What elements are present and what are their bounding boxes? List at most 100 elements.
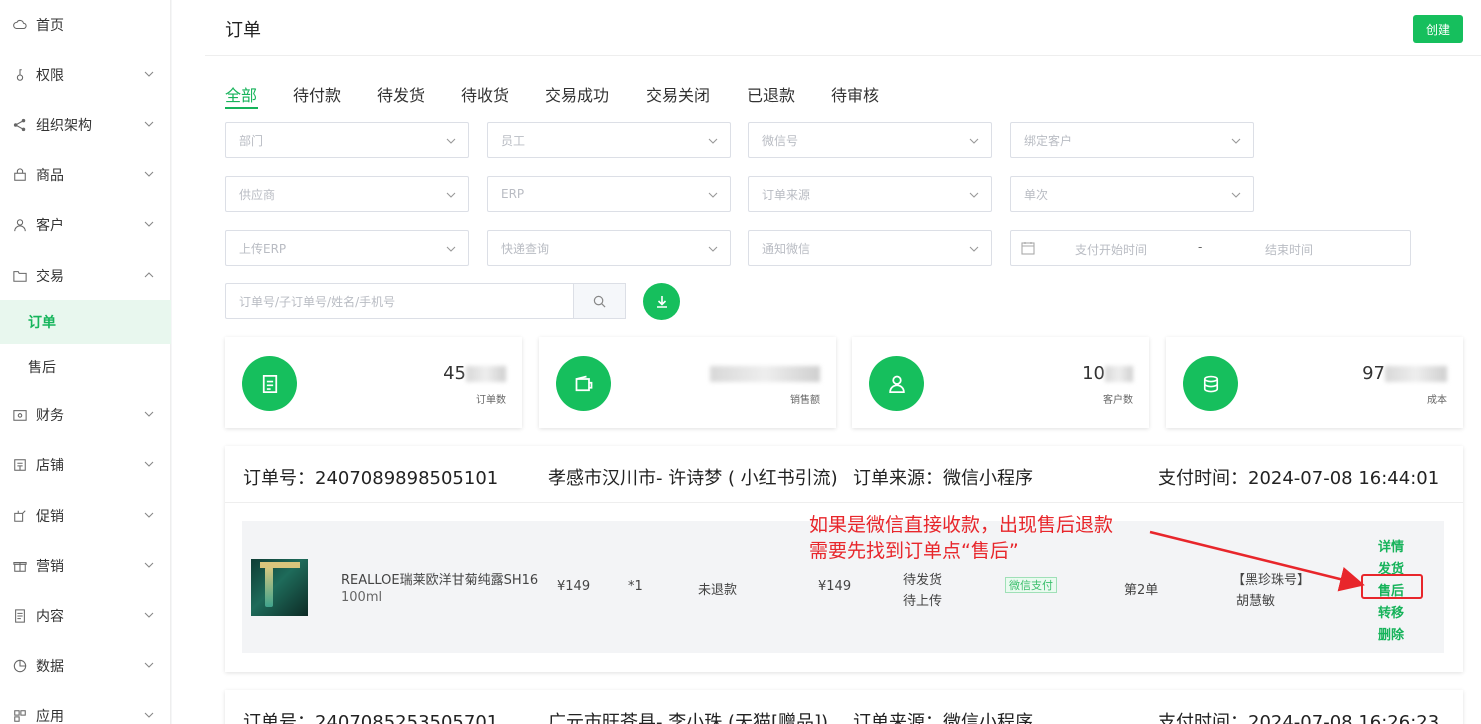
chevron-down-icon (144, 662, 154, 668)
stat-label: 成本 (1427, 395, 1447, 406)
chevron-down-icon (708, 192, 718, 198)
order-count: 第2单 (1124, 583, 1159, 598)
key-icon (12, 67, 28, 83)
product-image (251, 559, 308, 616)
sidebar-item-label: 组织架构 (36, 118, 92, 134)
sidebar-subitem-aftersales[interactable]: 售后 (0, 345, 171, 389)
bound-customer-select[interactable]: 绑定客户 (1010, 122, 1254, 158)
sidebar-item-content[interactable]: 内容 (0, 594, 171, 638)
active-tab-indicator (225, 107, 258, 109)
stat-label: 订单数 (476, 395, 506, 406)
page-title: 订单 (225, 20, 261, 41)
sidebar-item-data[interactable]: 数据 (0, 644, 171, 688)
sidebar-item-label: 店铺 (36, 458, 64, 474)
order-source-select[interactable]: 订单来源 (748, 176, 992, 212)
gift-icon (12, 558, 28, 574)
stat-value: 97 (1362, 363, 1447, 384)
document-icon (242, 356, 297, 411)
supplier-select[interactable]: 供应商 (225, 176, 469, 212)
download-icon (656, 295, 667, 308)
upload-erp-select[interactable]: 上传ERP (225, 230, 469, 266)
order-customer: 广元市旺苍县- 李小珠 (天猫[赠品]) (548, 712, 829, 724)
sidebar-item-customers[interactable]: 客户 (0, 203, 171, 247)
chevron-down-icon (969, 138, 979, 144)
annotation-highlight-box (1361, 574, 1423, 599)
order-header: 订单号：2407085253505701 广元市旺苍县- 李小珠 (天猫[赠品]… (225, 690, 1463, 724)
order-pay-time: 支付时间：2024-07-08 16:44:01 (1158, 468, 1440, 489)
order-source: 订单来源：微信小程序 (853, 712, 1033, 724)
sidebar-item-home[interactable]: 首页 (0, 3, 171, 47)
search-input[interactable]: 订单号/子订单号/姓名/手机号 (225, 283, 574, 319)
date-end-input[interactable]: 结束时间 (1265, 241, 1313, 258)
chevron-down-icon (446, 192, 456, 198)
tab-closed[interactable]: 交易关闭 (646, 82, 710, 106)
tab-refunded[interactable]: 已退款 (747, 82, 795, 106)
wechat-id-select[interactable]: 微信号 (748, 122, 992, 158)
sidebar-item-label: 应用 (36, 709, 64, 724)
sidebar-item-store[interactable]: 店铺 (0, 443, 171, 487)
sidebar-item-promotion[interactable]: 促销 (0, 494, 171, 538)
sidebar-item-org[interactable]: 组织架构 (0, 103, 171, 147)
tab-pending-payment[interactable]: 待付款 (293, 82, 341, 106)
sidebar-subitem-orders[interactable]: 订单 (0, 300, 171, 344)
ship-status: 待发货 (903, 573, 943, 588)
tab-pending-review[interactable]: 待审核 (831, 82, 879, 106)
pay-date-range-picker[interactable]: 支付开始时间 - 结束时间 (1010, 230, 1411, 266)
notify-wechat-select[interactable]: 通知微信 (748, 230, 992, 266)
chevron-down-icon (144, 461, 154, 467)
detail-link[interactable]: 详情 (1378, 536, 1404, 555)
store-icon (12, 457, 28, 473)
chevron-down-icon (1231, 138, 1241, 144)
sidebar-item-apps[interactable]: 应用 (0, 694, 171, 724)
create-button[interactable]: 创建 (1413, 15, 1463, 43)
product-name[interactable]: REALLOE瑞莱欧洋甘菊纯露SH16 (341, 569, 538, 588)
stat-value: 10 (1082, 363, 1133, 384)
cloud-icon (12, 17, 28, 33)
sidebar-item-permissions[interactable]: 权限 (0, 53, 171, 97)
sidebar-item-label: 数据 (36, 659, 64, 675)
chevron-down-icon (144, 562, 154, 568)
sidebar-item-trade[interactable]: 交易 (0, 254, 171, 298)
employee-select[interactable]: 员工 (487, 122, 731, 158)
apps-icon (12, 708, 28, 724)
chevron-down-icon (144, 221, 154, 227)
upload-status: 待上传 (903, 594, 943, 609)
stat-card-cost: 97 成本 (1166, 337, 1463, 428)
chevron-down-icon (708, 246, 718, 252)
tab-pending-receipt[interactable]: 待收货 (461, 82, 509, 106)
download-button[interactable] (643, 283, 680, 320)
sidebar-item-label: 内容 (36, 609, 64, 625)
tab-all[interactable]: 全部 (225, 82, 257, 106)
delete-link[interactable]: 删除 (1378, 624, 1404, 643)
date-start-input[interactable]: 支付开始时间 (1075, 241, 1147, 258)
sidebar-item-label: 营销 (36, 559, 64, 575)
stat-label: 销售额 (790, 395, 820, 406)
sidebar-item-products[interactable]: 商品 (0, 153, 171, 197)
department-select[interactable]: 部门 (225, 122, 469, 158)
user-icon (12, 217, 28, 233)
chevron-down-icon (144, 71, 154, 77)
chevron-down-icon (144, 411, 154, 417)
document-icon (12, 608, 28, 624)
order-header: 订单号：2407089898505101 孝感市汉川市- 许诗梦 ( 小红书引流… (225, 446, 1463, 503)
sidebar-item-finance[interactable]: 财务 (0, 393, 171, 437)
tab-completed[interactable]: 交易成功 (545, 82, 609, 106)
product-spec: 100ml (341, 590, 383, 605)
chevron-down-icon (969, 192, 979, 198)
stat-card-sales: 销售额 (539, 337, 836, 428)
search-button[interactable] (573, 283, 626, 319)
stat-card-customers: 10 客户数 (852, 337, 1149, 428)
sidebar-item-label: 交易 (36, 269, 64, 285)
order-number: 订单号：2407089898505101 (243, 468, 499, 489)
erp-select[interactable]: ERP (487, 176, 731, 212)
sidebar-item-label: 权限 (36, 68, 64, 84)
transfer-link[interactable]: 转移 (1378, 602, 1404, 621)
search-icon (593, 295, 606, 307)
tab-pending-shipment[interactable]: 待发货 (377, 82, 425, 106)
chevron-down-icon (708, 138, 718, 144)
sidebar-item-marketing[interactable]: 营销 (0, 544, 171, 588)
sidebar-item-label: 商品 (36, 168, 64, 184)
chevron-down-icon (144, 512, 154, 518)
express-query-select[interactable]: 快递查询 (487, 230, 731, 266)
order-count-select[interactable]: 单次 (1010, 176, 1254, 212)
